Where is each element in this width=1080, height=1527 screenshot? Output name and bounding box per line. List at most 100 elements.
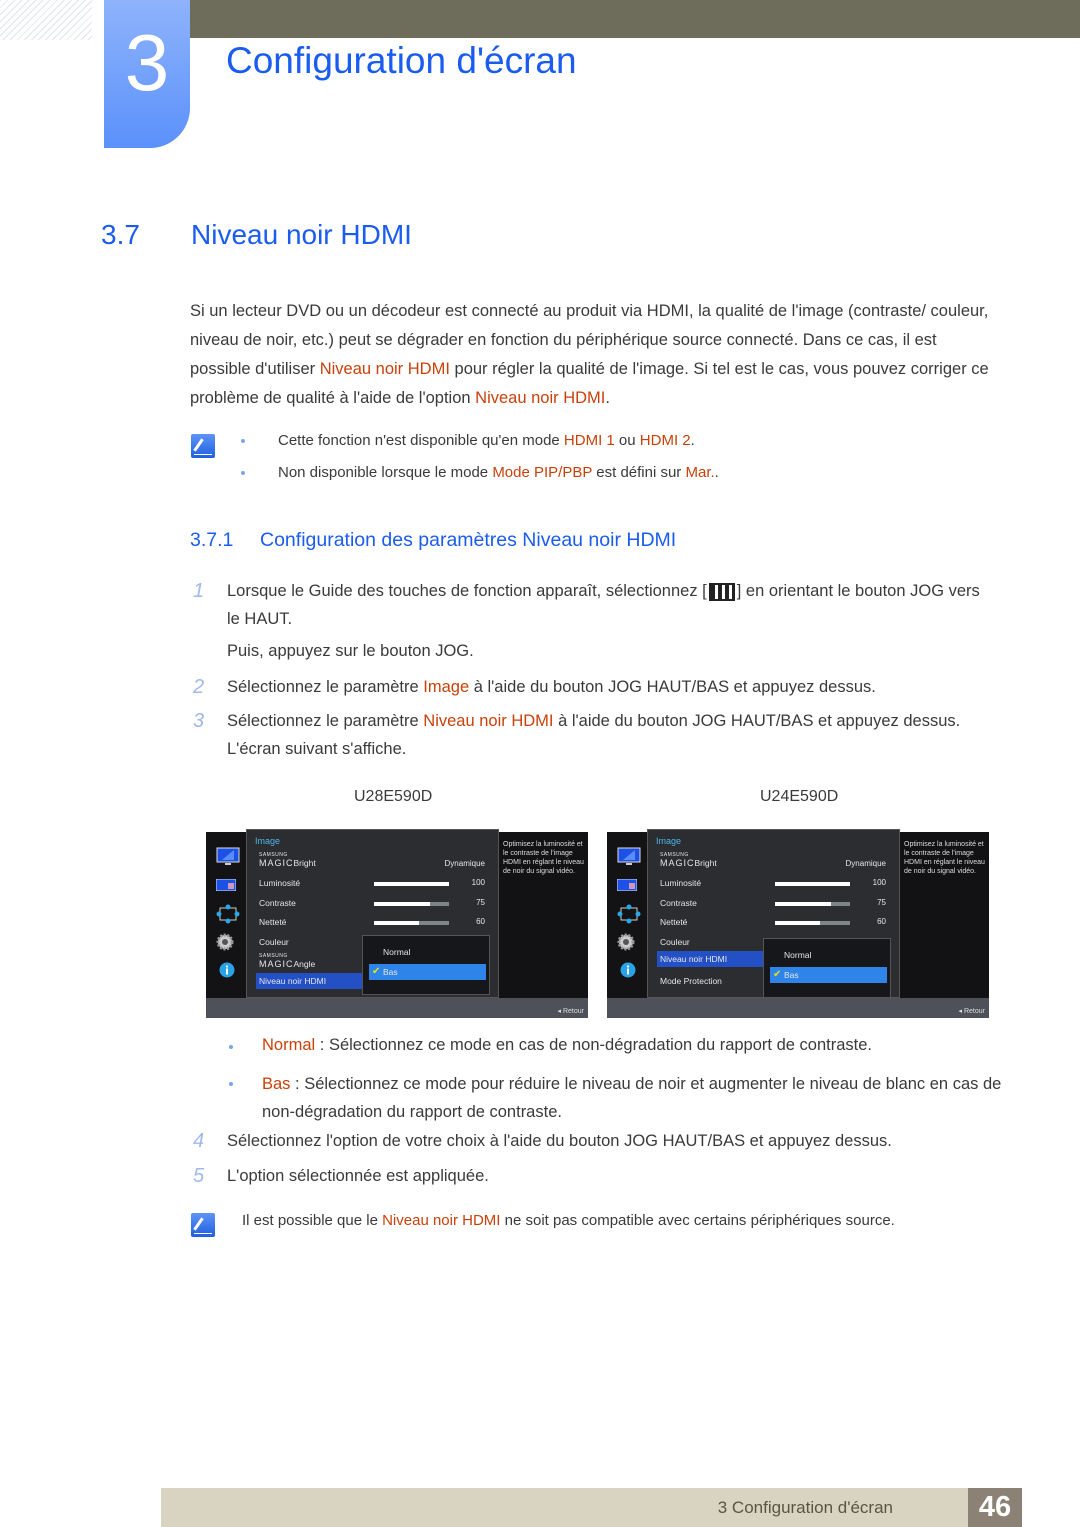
- step-2: 2 Sélectionnez le paramètre Image à l'ai…: [193, 673, 997, 701]
- osd-menu-title: Image: [656, 836, 682, 846]
- osd-option[interactable]: ✔ Bas: [770, 967, 887, 983]
- osd-slider[interactable]: [374, 921, 449, 925]
- osd-slider-fill: [775, 882, 850, 886]
- intro-paragraph: Si un lecteur DVD ou un décodeur est con…: [190, 297, 990, 413]
- section-number: 3.7: [101, 219, 140, 250]
- osd-menu-item[interactable]: Contraste: [259, 898, 296, 908]
- step-number: 5: [193, 1165, 205, 1187]
- gear-icon: [617, 933, 635, 956]
- text: Cette fonction n'est disponible qu'en mo…: [278, 432, 564, 449]
- osd-option[interactable]: Normal: [770, 947, 887, 963]
- bullet-icon: [241, 439, 245, 443]
- text: ou: [614, 432, 640, 449]
- note-icon: [191, 1213, 215, 1237]
- text: .: [605, 389, 610, 407]
- text: Sélectionnez l'option de votre choix à l…: [227, 1132, 892, 1150]
- text: Puis, appuyez sur le bouton JOG.: [227, 642, 474, 660]
- osd-slider-fill: [374, 902, 431, 906]
- osd-menu-item[interactable]: Couleur: [660, 937, 690, 947]
- highlight: HDMI 2: [639, 432, 691, 449]
- osd-slider[interactable]: [374, 902, 449, 906]
- text: Lorsque le Guide des touches de fonction…: [227, 582, 707, 600]
- note-icon: [191, 434, 215, 458]
- text: est défini sur: [592, 464, 686, 481]
- osd-back-button[interactable]: ◂ Retour: [959, 1007, 985, 1015]
- osd-slider[interactable]: [775, 921, 850, 925]
- osd-slider[interactable]: [374, 882, 449, 886]
- osd-menu-item[interactable]: Netteté: [660, 917, 687, 927]
- osd-menu-item[interactable]: Niveau noir HDMI: [657, 951, 765, 967]
- osd-slider-fill: [374, 882, 449, 886]
- text: : Sélectionnez ce mode en cas de non-dég…: [315, 1036, 872, 1054]
- highlight: Mar.: [685, 464, 715, 481]
- osd-back-label: Retour: [963, 1008, 985, 1015]
- osd-item-value: 100: [872, 878, 886, 887]
- osd-menu-item[interactable]: SAMSUNG MAGICBright: [259, 853, 316, 869]
- subsection-title: 3.7.1 Configuration des paramètres Niveau…: [190, 529, 676, 552]
- highlight: Bas: [262, 1075, 291, 1093]
- osd-option-label: Bas: [784, 970, 799, 980]
- text: .: [690, 432, 695, 449]
- model-label: U28E590D: [354, 788, 433, 805]
- osd-screenshot: Image SAMSUNG MAGICBright Dynamique Luminosi…: [206, 829, 588, 1018]
- subsection-number: 3.7.1: [190, 529, 234, 551]
- osd-help-text: Optimisez la luminosité et le contraste …: [900, 832, 989, 998]
- osd-menu-item[interactable]: SAMSUNG MAGICAngle: [259, 954, 315, 970]
- brand-text: MAGIC: [660, 858, 695, 868]
- osd-menu-item[interactable]: Contraste: [660, 898, 697, 908]
- monitor-icon: [216, 847, 240, 872]
- osd-item-value: Dynamique: [845, 859, 886, 868]
- note-item: Non disponible lorsque le mode Mode PIP/…: [241, 464, 719, 481]
- text: Il est possible que le: [242, 1212, 383, 1229]
- step-number: 2: [193, 676, 205, 698]
- step-3: 3 Sélectionnez le paramètre Niveau noir …: [193, 707, 997, 763]
- osd-screenshot: Image SAMSUNG MAGICBright Dynamique Luminosi…: [607, 829, 989, 1018]
- menu-icon: [708, 582, 735, 601]
- highlight: Niveau noir HDMI: [423, 712, 554, 730]
- info-icon: [620, 962, 636, 983]
- header-bar: [190, 0, 1080, 38]
- gear-icon: [216, 933, 234, 956]
- osd-item-value: 60: [877, 917, 886, 926]
- highlight: Normal: [262, 1036, 316, 1054]
- osd-menu-item[interactable]: Mode Protection: [660, 976, 722, 986]
- text: Sélectionnez le paramètre: [227, 712, 424, 730]
- resize-icon: [617, 903, 641, 930]
- brand-text: MAGIC: [259, 858, 294, 868]
- osd-slider[interactable]: [775, 902, 850, 906]
- footer-chapter-link[interactable]: 3 Configuration d'écran: [718, 1498, 893, 1518]
- osd-sidebar: [607, 832, 649, 998]
- footer-bar: 3 Configuration d'écran 46: [161, 1488, 1022, 1527]
- osd-menu-item[interactable]: Couleur: [259, 937, 289, 947]
- pip-icon: [215, 878, 237, 896]
- osd-slider[interactable]: [775, 882, 850, 886]
- osd-menu-item[interactable]: Luminosité: [660, 878, 701, 888]
- osd-menu-item[interactable]: Netteté: [259, 917, 286, 927]
- osd-item-label: Bright: [694, 858, 717, 868]
- osd-option[interactable]: Normal: [369, 944, 486, 960]
- step-1: 1 Lorsque le Guide des touches de foncti…: [193, 577, 997, 665]
- osd-back-button[interactable]: ◂ Retour: [558, 1007, 584, 1015]
- highlight: Niveau noir HDMI: [382, 1212, 501, 1229]
- text: : Sélectionnez ce mode pour réduire le n…: [262, 1075, 1002, 1121]
- osd-slider-fill: [775, 921, 820, 925]
- osd-menu-item[interactable]: SAMSUNG MAGICBright: [660, 853, 717, 869]
- osd-menu-item[interactable]: Niveau noir HDMI: [256, 973, 364, 989]
- subsection-title-text: Configuration des paramètres Niveau noir…: [260, 529, 677, 551]
- text: à l'aide du bouton JOG HAUT/BAS et appuy…: [469, 678, 876, 696]
- osd-item-label: Bright: [293, 858, 316, 868]
- osd-option[interactable]: ✔ Bas: [369, 964, 486, 980]
- osd-item-value: 60: [476, 917, 485, 926]
- step-number: 1: [193, 580, 205, 602]
- bullet-icon: [241, 471, 245, 475]
- osd-help-text: Optimisez la luminosité et le contraste …: [499, 832, 588, 998]
- osd-menu-item[interactable]: Luminosité: [259, 878, 300, 888]
- osd-item-value: 75: [877, 898, 886, 907]
- bullet-icon: [229, 1082, 233, 1086]
- option-description: Bas : Sélectionnez ce mode pour réduire …: [229, 1070, 1002, 1126]
- text: .: [714, 464, 719, 481]
- highlight: HDMI 1: [563, 432, 615, 449]
- osd-back-label: Retour: [562, 1008, 584, 1015]
- option-description: Normal : Sélectionnez ce mode en cas de …: [229, 1036, 872, 1055]
- text: Non disponible lorsque le mode: [278, 464, 493, 481]
